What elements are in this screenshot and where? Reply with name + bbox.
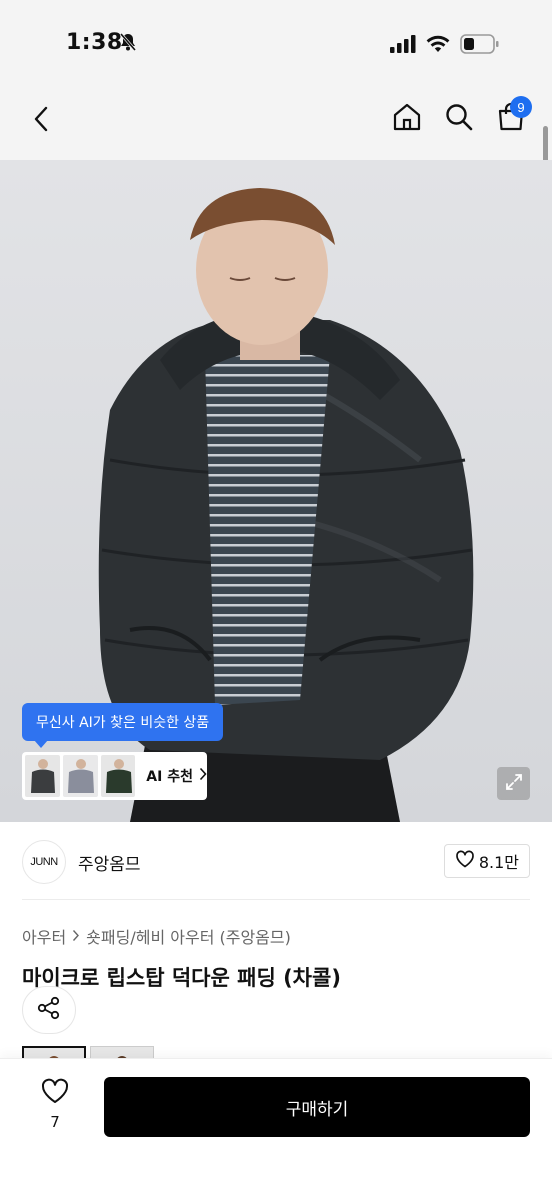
heart-icon (455, 850, 475, 872)
buy-button[interactable]: 구매하기 (104, 1077, 530, 1137)
product-image[interactable]: 무신사 AI가 찾은 비슷한 상품 AI 추천 (0, 160, 552, 822)
expand-image-button[interactable] (497, 767, 530, 800)
cart-button[interactable]: 9 (494, 96, 532, 136)
product-title: 마이크로 립스탑 덕다운 패딩 (차콜) (22, 966, 341, 990)
share-icon (36, 995, 62, 1025)
back-button[interactable] (24, 104, 58, 138)
battery-icon (460, 34, 500, 58)
ai-recommend-label: AI 추천 (146, 769, 193, 785)
cart-count-badge: 9 (510, 96, 532, 118)
status-bar: 1:38 (0, 0, 552, 90)
back-icon (33, 106, 49, 136)
brand-row: JUNN 주앙옴므 8.1만 (0, 822, 552, 902)
wishlist-button[interactable]: 7 (34, 1077, 76, 1131)
brand-logo[interactable]: JUNN (22, 840, 66, 884)
home-icon (392, 102, 422, 136)
status-time: 1:38 (66, 30, 123, 55)
ai-thumb-1[interactable] (25, 755, 60, 797)
wifi-icon (426, 35, 450, 57)
search-icon (444, 102, 474, 136)
ai-tooltip-tail (34, 740, 48, 748)
home-button[interactable] (390, 102, 424, 136)
share-button[interactable] (22, 986, 76, 1034)
brand-like-count: 8.1만 (478, 853, 519, 872)
brand-like-button[interactable]: 8.1만 (443, 844, 530, 878)
ai-similar-tooltip[interactable]: 무신사 AI가 찾은 비슷한 상품 (22, 703, 224, 741)
ai-recommend-strip[interactable]: AI 추천 (22, 752, 207, 800)
brand-logo-text: JUNN (30, 856, 58, 868)
top-nav: 9 (0, 90, 552, 160)
heart-icon (40, 1077, 70, 1109)
breadcrumb: 아우터 숏패딩/헤비 아우터 (주앙옴므) (22, 924, 291, 948)
signal-icon (390, 35, 416, 57)
breadcrumb-sub[interactable]: 숏패딩/헤비 아우터 (주앙옴므) (86, 924, 291, 948)
expand-icon (504, 772, 524, 796)
bell-slash-icon (118, 32, 138, 56)
breadcrumb-outer[interactable]: 아우터 (22, 924, 66, 948)
chevron-right-icon (199, 767, 207, 785)
chevron-right-icon (72, 927, 80, 946)
brand-name[interactable]: 주앙옴므 (78, 850, 141, 875)
divider (22, 899, 530, 900)
ai-thumb-3[interactable] (100, 755, 136, 797)
ai-recommend-link[interactable]: AI 추천 (146, 766, 207, 786)
wishlist-count: 7 (50, 1113, 60, 1131)
search-button[interactable] (442, 102, 476, 136)
bottom-action-bar: 7 구매하기 (0, 1058, 552, 1200)
ai-thumb-2[interactable] (62, 755, 98, 797)
